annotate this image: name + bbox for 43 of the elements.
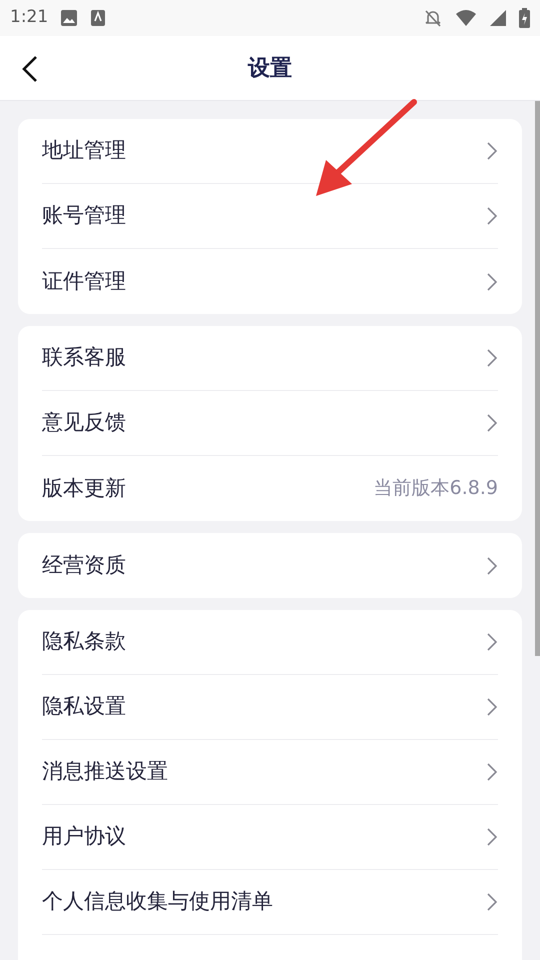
row-label: 意见反馈 bbox=[42, 409, 126, 436]
row-label: 证件管理 bbox=[42, 268, 126, 295]
settings-row[interactable]: 经营资质 bbox=[42, 533, 498, 598]
row-label: 隐私条款 bbox=[42, 628, 126, 656]
settings-row[interactable]: 个人信息收集与使用清单 bbox=[42, 870, 498, 935]
row-label: 联系客服 bbox=[42, 344, 126, 372]
chevron-right-icon bbox=[486, 892, 498, 912]
version-text: 当前版本6.8.9 bbox=[374, 476, 498, 502]
back-icon bbox=[22, 55, 38, 83]
chevron-right-icon bbox=[486, 827, 498, 847]
settings-row[interactable]: 意见反馈 bbox=[42, 391, 498, 456]
settings-row[interactable]: 隐私设置 bbox=[42, 675, 498, 740]
chevron-right-icon bbox=[486, 556, 498, 576]
image-icon bbox=[60, 9, 78, 27]
signal-icon bbox=[489, 9, 507, 27]
settings-row[interactable]: 消息推送设置 bbox=[42, 740, 498, 805]
row-label: 地址管理 bbox=[42, 137, 126, 164]
row-label: 账号管理 bbox=[42, 202, 126, 230]
settings-row[interactable]: 证件管理 bbox=[42, 249, 498, 314]
row-label: 经营资质 bbox=[42, 552, 126, 579]
app-icon bbox=[90, 9, 106, 27]
chevron-right-icon bbox=[486, 206, 498, 226]
battery-icon bbox=[519, 8, 530, 28]
settings-row[interactable]: 联系客服 bbox=[42, 326, 498, 391]
chevron-right-icon bbox=[486, 762, 498, 782]
chevron-right-icon bbox=[486, 413, 498, 433]
settings-row[interactable]: 隐私条款 bbox=[42, 610, 498, 675]
row-label: 个人信息收集与使用清单 bbox=[42, 888, 273, 916]
row-label: 消息推送设置 bbox=[42, 758, 168, 786]
settings-row[interactable]: 版本更新 当前版本6.8.9 bbox=[42, 456, 498, 521]
bell-off-icon bbox=[423, 8, 443, 28]
chevron-right-icon bbox=[486, 141, 498, 161]
status-time: 1:21 bbox=[10, 6, 48, 30]
row-label: 用户协议 bbox=[42, 823, 126, 850]
chevron-right-icon bbox=[486, 272, 498, 292]
row-label: 隐私设置 bbox=[42, 693, 126, 720]
row-label: 版本更新 bbox=[42, 474, 126, 502]
wifi-icon bbox=[455, 9, 477, 27]
chevron-right-icon bbox=[486, 348, 498, 368]
page-title: 设置 bbox=[248, 54, 292, 82]
chevron-right-icon bbox=[486, 697, 498, 717]
settings-row[interactable]: 用户协议 bbox=[42, 805, 498, 870]
chevron-right-icon bbox=[486, 632, 498, 652]
